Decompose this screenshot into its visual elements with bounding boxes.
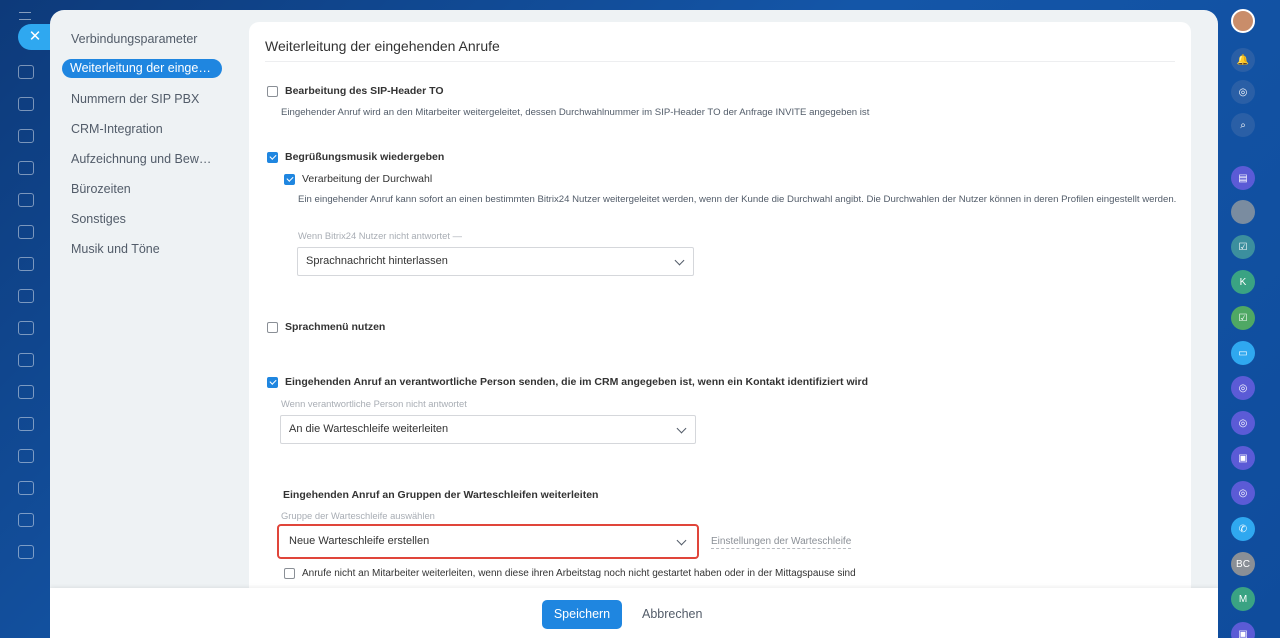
menu-item-music[interactable]: Musik und Töne — [62, 234, 222, 264]
menu-item-crm[interactable]: CRM-Integration — [62, 114, 222, 144]
cart-icon[interactable] — [18, 481, 34, 495]
save-button[interactable]: Speichern — [542, 600, 622, 629]
chevron-down-icon — [674, 255, 685, 266]
chevron-down-icon — [676, 423, 687, 434]
footer-bar: Speichern Abbrechen — [50, 588, 1218, 638]
check-icon[interactable] — [18, 289, 34, 303]
no-answer-select[interactable]: Sprachnachricht hinterlassen — [297, 247, 694, 276]
board-icon[interactable] — [18, 257, 34, 271]
responsible-checkbox[interactable] — [267, 376, 278, 388]
extension-checkbox[interactable] — [284, 173, 295, 185]
mail-icon[interactable] — [18, 321, 34, 335]
greeting-checkbox[interactable] — [267, 151, 278, 163]
settings-icon[interactable] — [18, 545, 34, 559]
queue-value: Neue Warteschleife erstellen — [289, 535, 430, 547]
cancel-button[interactable]: Abbrechen — [642, 600, 702, 629]
queue-hint: Gruppe der Warteschleife auswählen — [281, 510, 435, 521]
contact-card-icon[interactable]: ▣ — [1231, 446, 1255, 470]
copilot-icon[interactable]: ◎ — [1231, 376, 1255, 400]
task-chat-icon[interactable]: ☑ — [1231, 306, 1255, 330]
right-rail: 🔔 ◎ ⌕ ▤ ☑ K ☑ ▭ ◎ ◎ ▣ ◎ ✆ BC M ▣ — [1218, 0, 1280, 638]
no-answer-value: Sprachnachricht hinterlassen — [306, 255, 448, 267]
greeting-row: Begrüßungsmusik wiedergeben — [267, 151, 444, 163]
document-icon[interactable] — [18, 161, 34, 175]
contact-card-icon[interactable]: ▣ — [1231, 622, 1255, 638]
sip-header-description: Eingehender Anruf wird an den Mitarbeite… — [281, 107, 870, 118]
close-slider-button[interactable]: ✕ — [18, 24, 50, 50]
no-answer-hint: Wenn Bitrix24 Nutzer nicht antwortet — — [298, 230, 462, 241]
extension-description: Ein eingehender Anruf kann sofort an ein… — [298, 194, 1177, 205]
queue-settings-link[interactable]: Einstellungen der Warteschleife — [711, 536, 852, 549]
app-left-nav: ✕ — [0, 0, 50, 638]
search-chat-icon[interactable]: ⌕ — [1231, 113, 1255, 137]
menu-item-other[interactable]: Sonstiges — [62, 204, 222, 234]
ivr-row: Sprachmenü nutzen — [267, 321, 385, 333]
filter-icon[interactable] — [18, 449, 34, 463]
sip-header-label: Bearbeitung des SIP-Header TO — [285, 85, 444, 97]
contact-avatar[interactable] — [1231, 200, 1255, 224]
store-icon[interactable] — [18, 417, 34, 431]
extension-label: Verarbeitung der Durchwahl — [302, 173, 433, 185]
sip-header-row: Bearbeitung des SIP-Header TO — [267, 85, 444, 97]
message-icon[interactable]: ▭ — [1231, 341, 1255, 365]
copilot-icon[interactable]: ◎ — [1231, 80, 1255, 104]
queue-select[interactable]: Neue Warteschleife erstellen — [280, 527, 696, 556]
settings-menu: Verbindungsparameter Weiterleitung der e… — [62, 24, 222, 264]
user-avatar[interactable] — [1231, 9, 1255, 33]
menu-item-office-hours[interactable]: Bürozeiten — [62, 174, 222, 204]
menu-item-connection[interactable]: Verbindungsparameter — [62, 24, 222, 54]
ivr-label: Sprachmenü nutzen — [285, 321, 386, 333]
settings-panel: Verbindungsparameter Weiterleitung der e… — [50, 10, 1218, 638]
responsible-hint: Wenn verantwortliche Person nicht antwor… — [281, 398, 467, 409]
contact-avatar-bc[interactable]: BC — [1231, 552, 1255, 576]
greeting-label: Begrüßungsmusik wiedergeben — [285, 151, 445, 163]
ivr-checkbox[interactable] — [267, 321, 278, 333]
contact-avatar-k[interactable]: K — [1231, 270, 1255, 294]
not-started-label: Anrufe nicht an Mitarbeiter weiterleiten… — [302, 568, 856, 579]
sign-icon[interactable] — [18, 385, 34, 399]
menu-icon[interactable] — [19, 12, 31, 20]
page-title: Weiterleitung der eingehenden Anrufe — [265, 22, 1175, 62]
drive-icon[interactable] — [18, 225, 34, 239]
chevron-down-icon — [676, 535, 687, 546]
file-icon[interactable] — [18, 513, 34, 527]
contact-avatar-m[interactable]: M — [1231, 587, 1255, 611]
phone-icon[interactable]: ✆ — [1231, 517, 1255, 541]
menu-item-recording[interactable]: Aufzeichnung und Bewertung — [62, 144, 222, 174]
responsible-row: Eingehenden Anruf an verantwortliche Per… — [267, 376, 868, 388]
copilot-icon[interactable]: ◎ — [1231, 411, 1255, 435]
home-icon[interactable] — [18, 65, 34, 79]
chat-icon[interactable] — [18, 353, 34, 367]
forwarding-card: Weiterleitung der eingehenden Anrufe Bea… — [249, 22, 1191, 602]
not-started-row: Anrufe nicht an Mitarbeiter weiterleiten… — [284, 568, 856, 579]
doc-chat-icon[interactable]: ▤ — [1231, 166, 1255, 190]
sip-header-checkbox[interactable] — [267, 85, 278, 97]
copilot-icon[interactable]: ◎ — [1231, 481, 1255, 505]
tasks-icon[interactable] — [18, 97, 34, 111]
menu-item-forwarding[interactable]: Weiterleitung der eingehenden Anrufe — [62, 59, 222, 78]
calendar-icon[interactable] — [18, 193, 34, 207]
responsible-label: Eingehenden Anruf an verantwortliche Per… — [285, 376, 869, 388]
queue-heading: Eingehenden Anruf an Gruppen der Wartesc… — [283, 489, 599, 501]
bell-icon[interactable]: 🔔 — [1231, 48, 1255, 72]
not-started-checkbox[interactable] — [284, 568, 295, 579]
extension-row: Verarbeitung der Durchwahl — [284, 173, 432, 185]
responsible-value: An die Warteschleife weiterleiten — [289, 423, 449, 435]
responsible-select[interactable]: An die Warteschleife weiterleiten — [280, 415, 696, 444]
menu-item-sip-numbers[interactable]: Nummern der SIP PBX — [62, 84, 222, 114]
people-icon[interactable] — [18, 129, 34, 143]
task-chat-icon[interactable]: ☑ — [1231, 235, 1255, 259]
